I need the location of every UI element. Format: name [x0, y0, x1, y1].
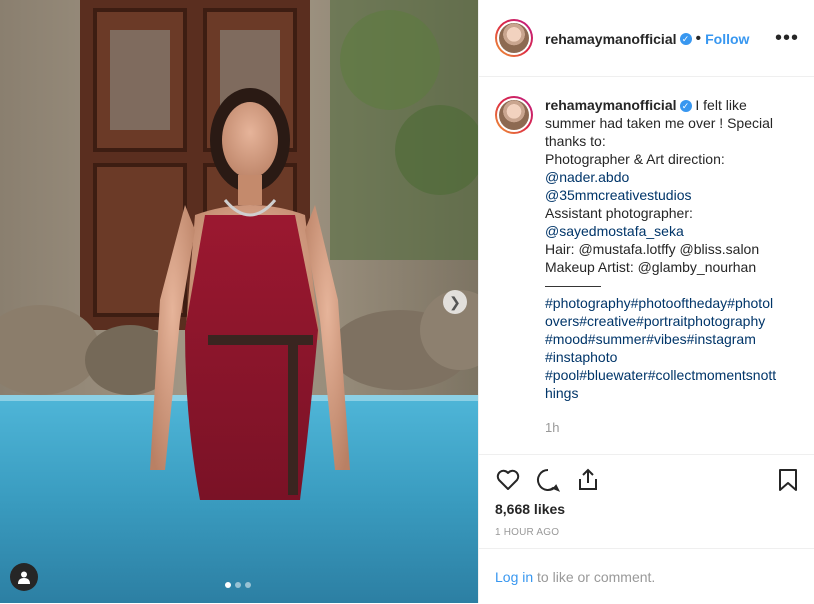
- caption-timestamp: 1h: [545, 420, 560, 435]
- hashtag-link[interactable]: overs#creative#portraitphotography: [545, 312, 795, 330]
- mention-link[interactable]: @nader.abdo: [545, 168, 795, 186]
- hashtag-link[interactable]: #photography#photooftheday#photol: [545, 294, 795, 312]
- carousel-dot: [235, 582, 241, 588]
- login-text: to like or comment.: [533, 569, 656, 585]
- hashtag-link[interactable]: hings: [545, 384, 795, 402]
- mention-link[interactable]: @sayedmostafa_seka: [545, 222, 795, 240]
- caption-line: Makeup Artist: @glamby_nourhan: [545, 259, 757, 275]
- likes-count[interactable]: 8,668 likes: [495, 501, 565, 517]
- bookmark-icon[interactable]: [777, 467, 799, 493]
- mention-link[interactable]: @35mmcreativestudios: [545, 186, 795, 204]
- login-link[interactable]: Log in: [495, 569, 533, 585]
- post-caption: rehamaymanofficial ✓ I felt like summer h…: [545, 96, 795, 402]
- hashtag-link[interactable]: #mood#summer#vibes#instagram: [545, 330, 795, 348]
- follow-button[interactable]: Follow: [705, 31, 749, 47]
- separator-dot: •: [695, 30, 702, 47]
- hashtag-link[interactable]: #pool#bluewater#collectmomentsnott: [545, 366, 795, 384]
- post-actions: 8,668 likes 1 HOUR AGO: [479, 454, 814, 549]
- caption-line: summer had taken me over ! Special: [545, 115, 773, 131]
- carousel-indicator: [225, 582, 251, 588]
- share-icon[interactable]: [575, 467, 601, 493]
- more-options-icon[interactable]: •••: [775, 28, 799, 48]
- post-photo[interactable]: ❯: [0, 0, 478, 603]
- post-timestamp: 1 HOUR AGO: [495, 527, 560, 538]
- user-icon: [18, 571, 30, 584]
- author-username[interactable]: rehamaymanofficial: [545, 31, 677, 47]
- verified-badge-icon: ✓: [679, 100, 692, 113]
- author-avatar[interactable]: [495, 19, 533, 57]
- caption-line: thanks to:: [545, 133, 606, 149]
- next-photo-button[interactable]: ❯: [443, 290, 467, 314]
- verified-badge-icon: ✓: [679, 33, 692, 45]
- photo-illustration: [0, 0, 478, 603]
- chevron-right-icon: ❯: [449, 293, 461, 310]
- login-prompt: Log in to like or comment.: [479, 548, 814, 604]
- caption-avatar[interactable]: [495, 96, 533, 134]
- caption-line: I felt like: [695, 97, 747, 113]
- comment-icon[interactable]: [535, 467, 561, 493]
- caption-line: Photographer & Art direction:: [545, 151, 725, 167]
- tagged-users-button[interactable]: [10, 563, 38, 591]
- heart-icon[interactable]: [495, 467, 521, 493]
- caption-divider: ————: [545, 277, 601, 293]
- carousel-dot: [245, 582, 251, 588]
- caption-line: Assistant photographer:: [545, 205, 693, 221]
- post-side-panel: rehamaymanofficial ✓ • Follow ••• rehama…: [478, 0, 814, 603]
- caption-username[interactable]: rehamaymanofficial: [545, 97, 677, 113]
- hashtag-link[interactable]: #instaphoto: [545, 348, 795, 366]
- caption-line: Hair: @mustafa.lotffy @bliss.salon: [545, 241, 760, 257]
- carousel-dot: [225, 582, 231, 588]
- post-header: rehamaymanofficial ✓ • Follow •••: [479, 0, 814, 77]
